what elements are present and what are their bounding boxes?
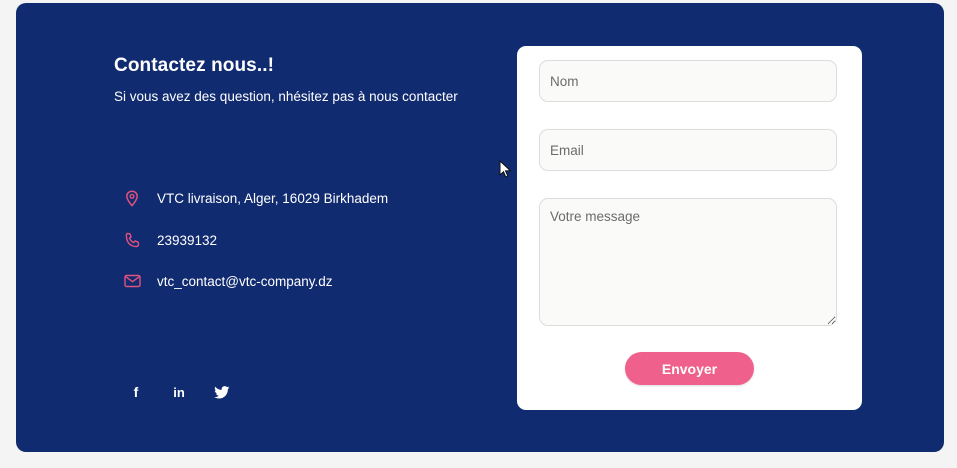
map-pin-icon	[123, 189, 141, 207]
address-text: VTC livraison, Alger, 16029 Birkhadem	[157, 190, 389, 206]
contact-subtitle: Si vous avez des question, nhésitez pas …	[114, 89, 458, 104]
email-input[interactable]	[539, 129, 837, 171]
contact-title: Contactez nous..!	[114, 55, 275, 76]
twitter-bird-glyph	[214, 385, 230, 398]
address-row: VTC livraison, Alger, 16029 Birkhadem	[123, 188, 388, 208]
contact-form: Envoyer	[517, 46, 862, 410]
linkedin-icon[interactable]: in	[169, 382, 189, 402]
twitter-icon[interactable]	[212, 382, 232, 402]
email-row: vtc_contact@vtc-company.dz	[123, 271, 333, 291]
social-links: f in	[126, 382, 255, 402]
phone-text: 23939132	[157, 232, 218, 248]
message-textarea[interactable]	[539, 198, 837, 326]
mouse-cursor-icon	[499, 160, 511, 178]
facebook-icon[interactable]: f	[126, 382, 146, 402]
page: Contactez nous..! Si vous avez des quest…	[0, 0, 957, 468]
send-button[interactable]: Envoyer	[625, 352, 754, 385]
name-input[interactable]	[539, 60, 837, 102]
mail-icon	[123, 272, 141, 290]
phone-row: 23939132	[123, 230, 217, 250]
email-text: vtc_contact@vtc-company.dz	[157, 273, 333, 289]
phone-icon	[123, 231, 141, 249]
